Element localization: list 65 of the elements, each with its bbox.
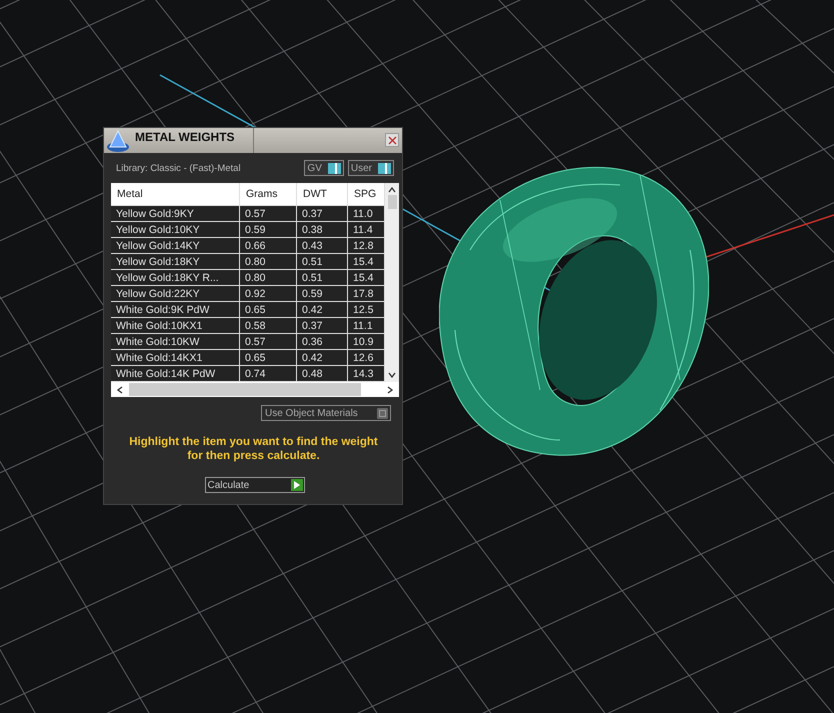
table-cell[interactable]: 0.57 bbox=[240, 334, 296, 350]
table-cell[interactable]: 15.4 bbox=[348, 270, 384, 286]
table-cell[interactable]: 0.66 bbox=[240, 238, 296, 254]
table-cell[interactable]: Yellow Gold:14KY bbox=[111, 238, 240, 254]
table-cell[interactable]: 0.74 bbox=[240, 366, 296, 382]
vertical-scrollbar[interactable] bbox=[385, 183, 399, 382]
column-header[interactable]: Grams bbox=[240, 183, 296, 206]
table-cell[interactable]: 12.5 bbox=[348, 302, 384, 318]
table-cell[interactable]: Yellow Gold:18KY bbox=[111, 254, 240, 270]
table-cell[interactable]: 0.42 bbox=[296, 302, 348, 318]
table-cell[interactable]: 12.6 bbox=[348, 350, 384, 366]
table-cell[interactable]: Yellow Gold:18KY R... bbox=[111, 270, 240, 286]
table-cell[interactable]: 0.65 bbox=[240, 350, 296, 366]
cone-logo-icon bbox=[105, 128, 131, 152]
table-cell[interactable]: 0.65 bbox=[240, 302, 296, 318]
table-cell[interactable]: White Gold:14K PdW bbox=[111, 366, 240, 382]
table-cell[interactable]: 0.42 bbox=[296, 350, 348, 366]
library-label: Library: Classic - (Fast)-Metal bbox=[115, 162, 242, 174]
table-cell[interactable]: White Gold:10KX1 bbox=[111, 318, 240, 334]
scroll-thumb[interactable] bbox=[129, 383, 361, 396]
table-cell[interactable]: White Gold:9K PdW bbox=[111, 302, 240, 318]
table-cell[interactable]: 0.51 bbox=[296, 254, 348, 270]
table-cell[interactable]: 0.51 bbox=[296, 270, 348, 286]
close-button[interactable] bbox=[385, 133, 399, 147]
table-cell[interactable]: 0.57 bbox=[240, 206, 296, 222]
table-cell[interactable]: 0.92 bbox=[240, 286, 296, 302]
toggle-button[interactable]: GV bbox=[304, 160, 344, 176]
table-cell[interactable]: 0.37 bbox=[296, 318, 348, 334]
table-cell[interactable]: 0.43 bbox=[296, 238, 348, 254]
table-cell[interactable]: Yellow Gold:22KY bbox=[111, 286, 240, 302]
table-cell[interactable]: 0.48 bbox=[296, 366, 348, 382]
scroll-up-icon[interactable] bbox=[388, 187, 396, 193]
table-cell[interactable]: Yellow Gold:9KY bbox=[111, 206, 240, 222]
scroll-thumb[interactable] bbox=[388, 195, 396, 209]
column-header[interactable]: DWT bbox=[296, 183, 348, 206]
play-icon bbox=[290, 479, 302, 491]
column-header[interactable]: Metal bbox=[111, 183, 240, 206]
table-cell[interactable]: 14.3 bbox=[348, 366, 384, 382]
table-cell[interactable]: 0.36 bbox=[296, 334, 348, 350]
table-cell[interactable]: 0.80 bbox=[240, 254, 296, 270]
table-cell[interactable]: 10.9 bbox=[348, 334, 384, 350]
table-cell[interactable]: White Gold:10KW bbox=[111, 334, 240, 350]
scroll-right-icon[interactable] bbox=[387, 386, 393, 394]
table-cell[interactable]: 15.4 bbox=[348, 254, 384, 270]
table-cell[interactable]: 0.38 bbox=[296, 222, 348, 238]
column-header[interactable]: SPG bbox=[348, 183, 384, 206]
table-cell[interactable]: 0.80 bbox=[240, 270, 296, 286]
table-cell[interactable]: White Gold:14KX1 bbox=[111, 350, 240, 366]
table-cell[interactable]: 11.1 bbox=[348, 318, 384, 334]
table-cell[interactable]: 11.0 bbox=[348, 206, 384, 222]
table-cell[interactable]: 11.4 bbox=[348, 222, 384, 238]
toggle-button[interactable]: User bbox=[348, 160, 394, 176]
table-cell[interactable]: 0.59 bbox=[240, 222, 296, 238]
table-cell[interactable]: 0.58 bbox=[240, 318, 296, 334]
table-cell[interactable]: 0.59 bbox=[296, 286, 348, 302]
instruction-text: Highlight the item you want to find the weight for then press calculate. bbox=[128, 435, 379, 463]
scroll-left-icon[interactable] bbox=[117, 386, 123, 394]
table-cell[interactable]: 0.37 bbox=[296, 206, 348, 222]
table-cell[interactable]: Yellow Gold:10KY bbox=[111, 222, 240, 238]
window-title: METAL WEIGHTS bbox=[133, 128, 254, 153]
table-cell[interactable]: 12.8 bbox=[348, 238, 384, 254]
table-cell[interactable]: 17.8 bbox=[348, 286, 384, 302]
scroll-down-icon[interactable] bbox=[388, 372, 396, 378]
calculate-button[interactable]: Calculate bbox=[204, 477, 304, 493]
use-object-materials-toggle[interactable]: Use Object Materials bbox=[261, 405, 391, 421]
